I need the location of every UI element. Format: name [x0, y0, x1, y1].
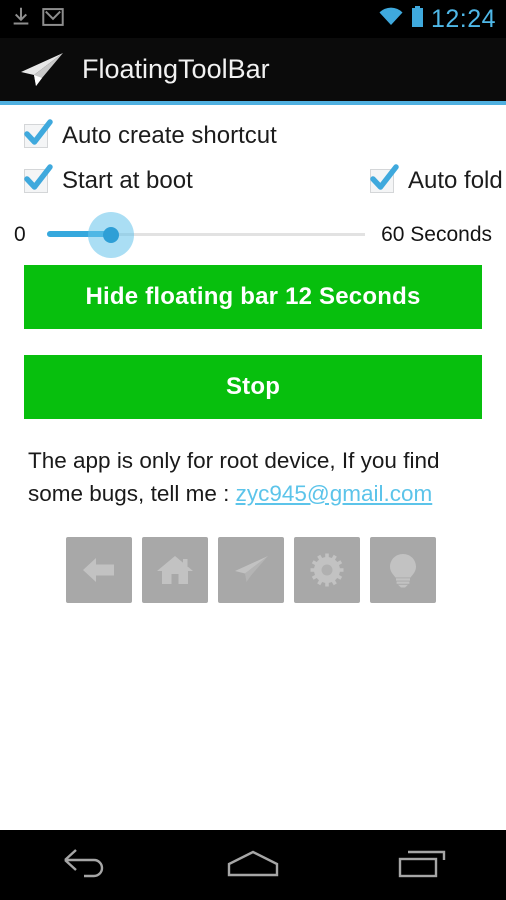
status-bar-notifications [10, 6, 64, 33]
toolbar-settings-button[interactable] [294, 537, 360, 603]
checkmark-icon [24, 119, 53, 145]
hide-floating-bar-button[interactable]: Hide floating bar 12 Seconds [24, 265, 482, 329]
slider-max-label: 60 Seconds [381, 223, 492, 246]
checkbox-auto-create-shortcut[interactable] [24, 119, 53, 148]
android-screen: 12:24 FloatingToolBar Auto create shortc… [0, 0, 506, 900]
checkbox-row-auto-fold[interactable]: Auto fold [370, 164, 503, 194]
wifi-icon [378, 7, 404, 32]
toolbar-send-button[interactable] [218, 537, 284, 603]
battery-icon [411, 5, 424, 33]
paper-plane-icon [231, 550, 271, 590]
checkmark-icon [24, 164, 53, 190]
checkbox-auto-fold[interactable] [370, 164, 399, 193]
nav-back-icon [59, 848, 109, 883]
stop-button[interactable]: Stop [24, 355, 482, 419]
app-title: FloatingToolBar [82, 54, 270, 84]
lightbulb-icon [383, 550, 423, 590]
contact-email-link[interactable]: zyc945@gmail.com [236, 481, 433, 506]
nav-home-icon [225, 848, 281, 883]
android-nav-bar [0, 830, 506, 900]
toolbar-icon-preview-row [66, 537, 436, 603]
checkbox-start-at-boot[interactable] [24, 164, 53, 193]
nav-recents-icon [396, 848, 448, 883]
action-bar: FloatingToolBar [0, 38, 506, 101]
hide-delay-slider-row: 0 60 Seconds [0, 212, 506, 258]
toolbar-flashlight-button[interactable] [370, 537, 436, 603]
checkbox-label-start-at-boot: Start at boot [62, 167, 193, 194]
gear-icon [307, 550, 347, 590]
toolbar-back-button[interactable] [66, 537, 132, 603]
gmail-icon [42, 7, 64, 31]
status-bar-clock: 12:24 [430, 4, 496, 33]
checkbox-row-auto-create-shortcut[interactable]: Auto create shortcut [24, 119, 277, 149]
status-bar-system: 12:24 [378, 4, 496, 33]
checkbox-row-start-at-boot[interactable]: Start at boot [24, 164, 193, 194]
checkmark-icon [370, 164, 399, 190]
nav-home-button[interactable] [169, 830, 338, 900]
checkbox-label-auto-fold: Auto fold [408, 167, 503, 194]
slider-min-label: 0 [14, 223, 26, 246]
info-text: The app is only for root device, If you … [28, 445, 483, 510]
nav-recents-button[interactable] [337, 830, 506, 900]
nav-back-button[interactable] [0, 830, 169, 900]
home-icon [155, 550, 195, 590]
checkbox-label-auto-create-shortcut: Auto create shortcut [62, 122, 277, 149]
slider-thumb[interactable] [103, 227, 119, 243]
paper-plane-logo [18, 50, 66, 90]
status-bar: 12:24 [0, 0, 506, 38]
main-content: Auto create shortcut Start at boot Auto … [0, 105, 506, 830]
toolbar-home-button[interactable] [142, 537, 208, 603]
back-arrow-icon [79, 550, 119, 590]
download-icon [10, 6, 32, 33]
